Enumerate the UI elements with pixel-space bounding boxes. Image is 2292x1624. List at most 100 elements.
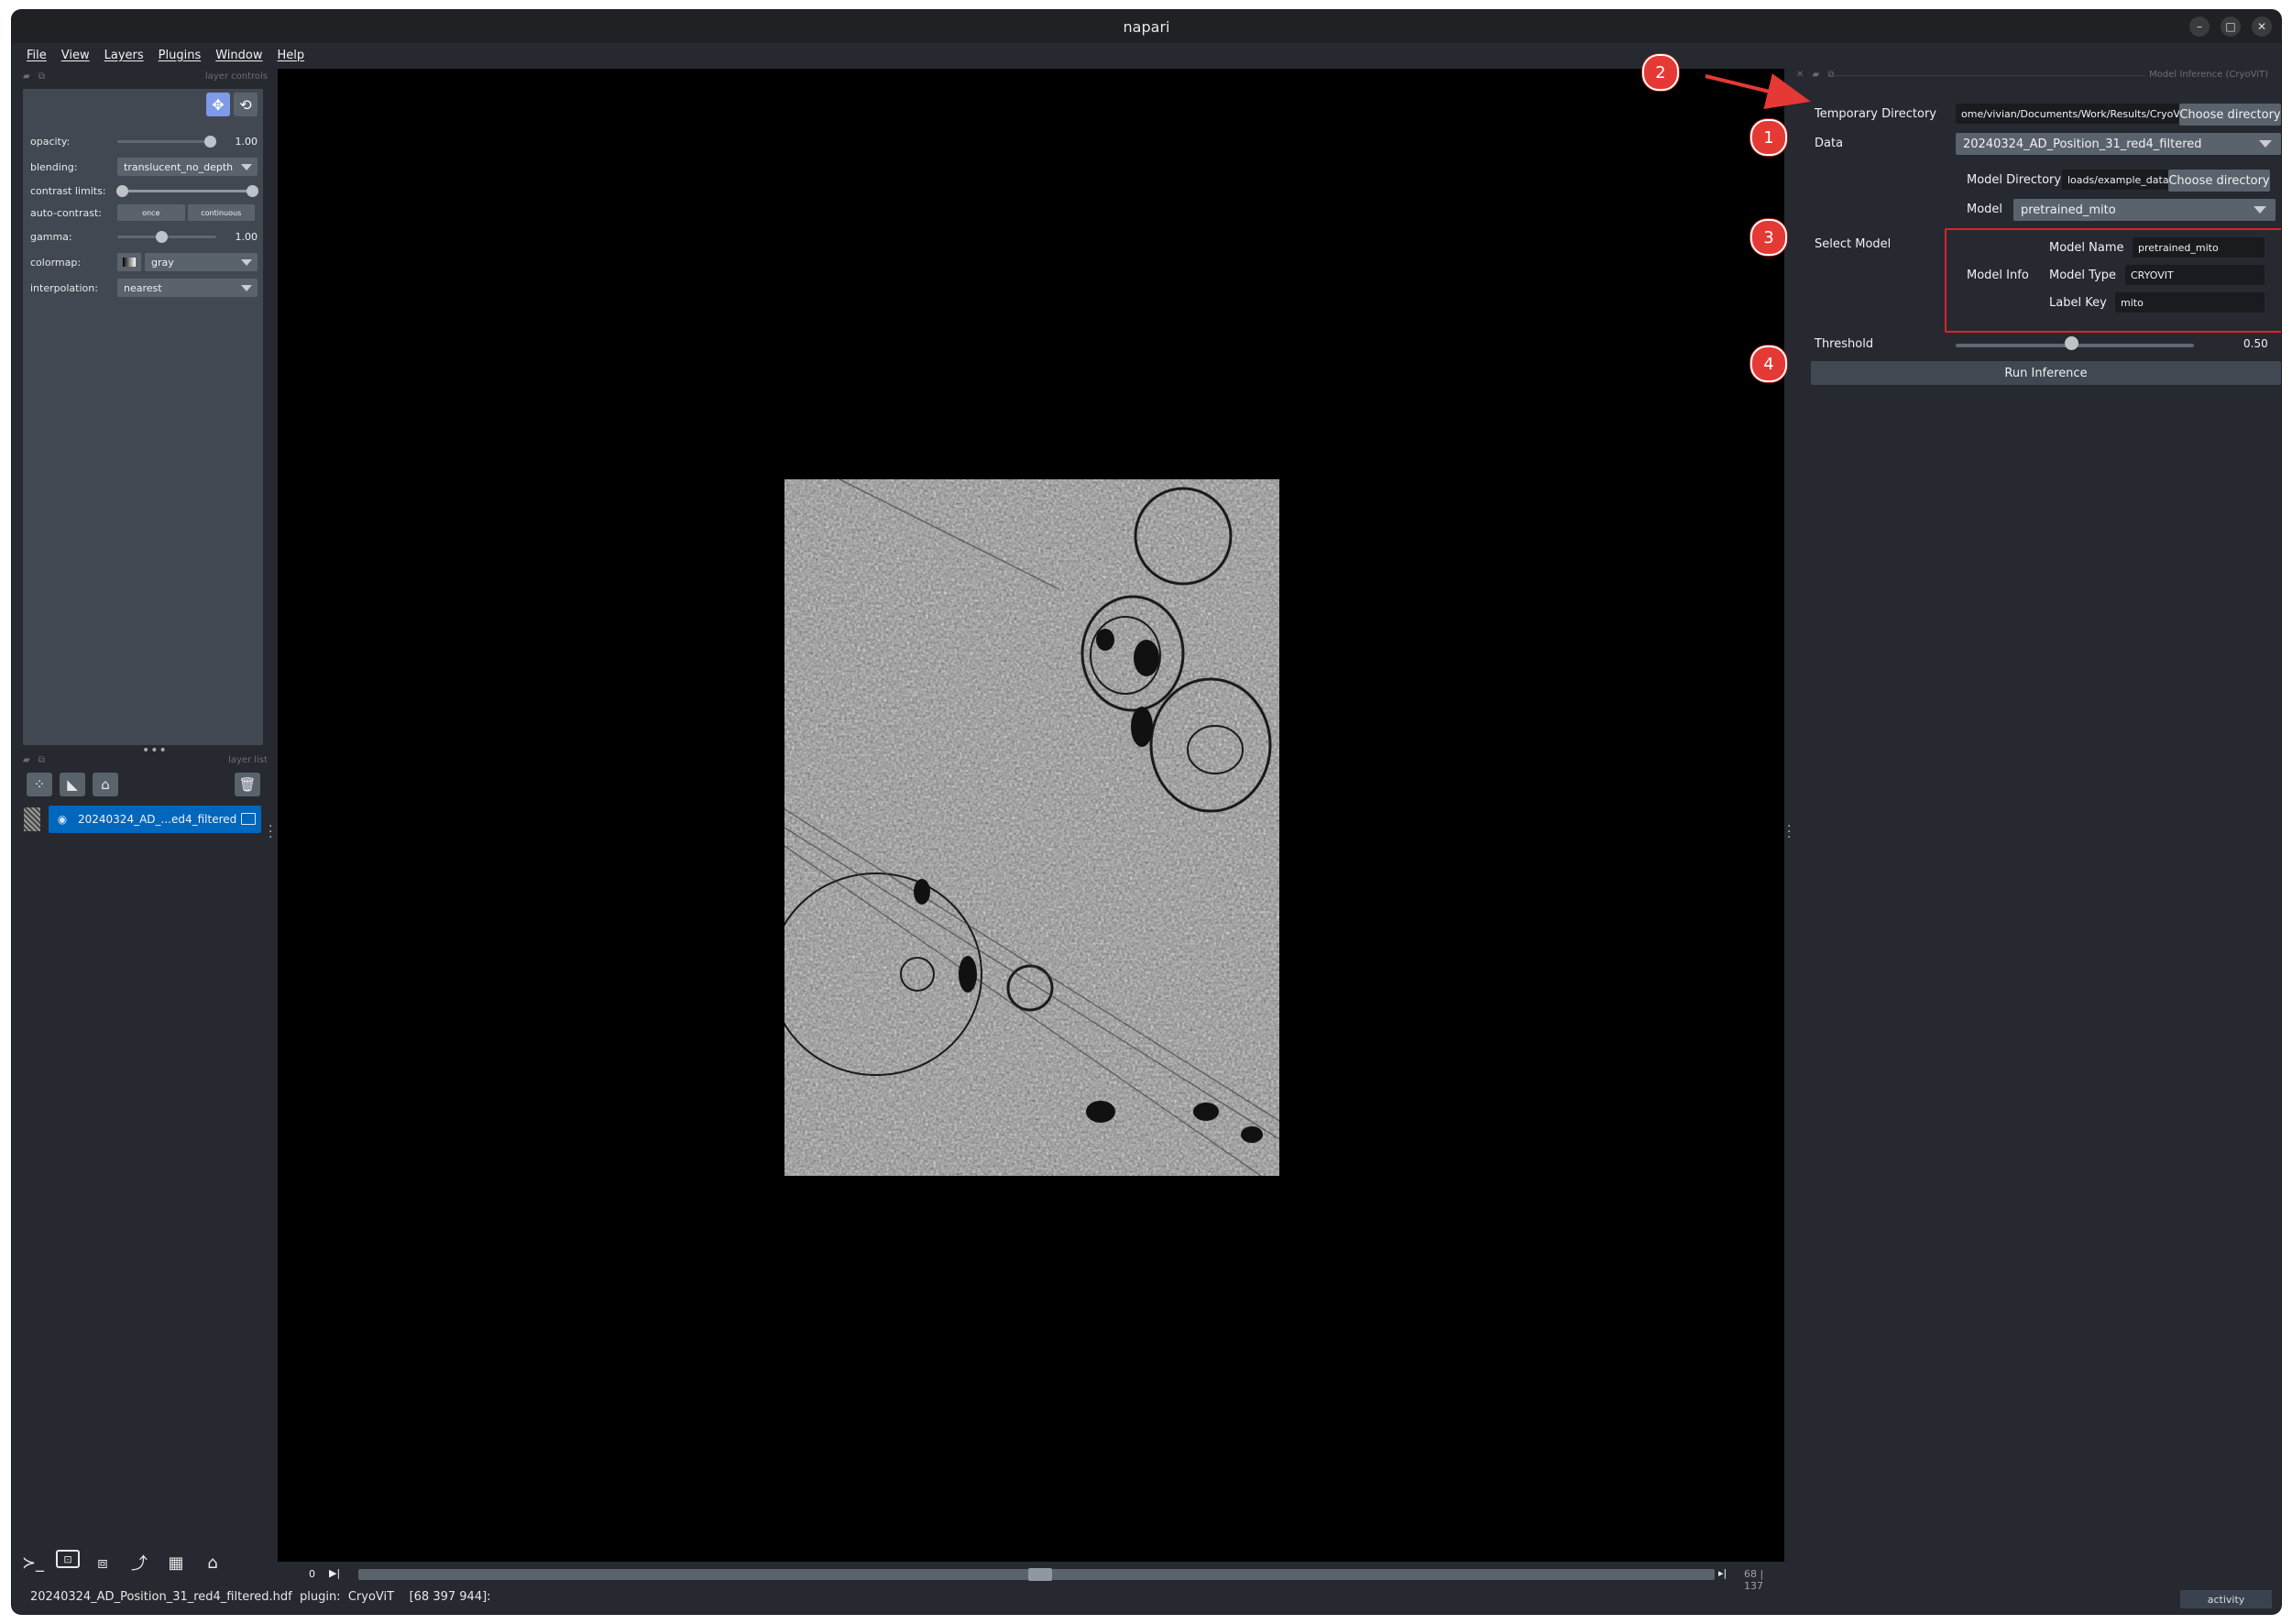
layer-item[interactable]: ◉ 20240324_AD_...ed4_filtered <box>21 806 261 833</box>
new-labels-layer-icon[interactable]: ⌂ <box>93 773 118 796</box>
data-value: 20240324_AD_Position_31_red4_filtered <box>1963 137 2202 151</box>
status-bar-text: 20240324_AD_Position_31_red4_filtered.hd… <box>30 1590 491 1604</box>
viewer-canvas[interactable] <box>278 69 1784 1562</box>
left-dock-splitter-handle[interactable]: · · · <box>269 820 272 844</box>
run-inference-label: Run Inference <box>2004 366 2088 380</box>
menu-layers[interactable]: Layers <box>99 47 149 64</box>
opacity-slider[interactable] <box>117 131 216 151</box>
step-end-icon[interactable]: ▸| <box>1718 1567 1727 1579</box>
layer-controls-header: ▰ ⧉ layer controls <box>21 71 273 83</box>
opacity-row: opacity: 1.00 <box>30 131 258 151</box>
interpolation-dropdown[interactable]: nearest <box>117 279 258 297</box>
dims-slider[interactable] <box>358 1568 1715 1581</box>
contrast-limits-label: contrast limits: <box>30 184 106 197</box>
activity-label: activity <box>2207 1593 2245 1606</box>
model-name-field[interactable]: pretrained_mito <box>2133 237 2265 258</box>
play-icon[interactable]: ▶︎| <box>329 1567 340 1579</box>
gamma-slider[interactable] <box>117 226 216 247</box>
viewer-buttons: ≻_ ⊡ ⧈ ⤴ ▦ ⌂ <box>19 1550 226 1575</box>
chevron-down-icon <box>2254 206 2266 214</box>
console-icon[interactable]: ≻_ <box>19 1550 47 1575</box>
model-name-label: Model Name <box>2049 241 2124 255</box>
colormap-swatch-icon <box>117 253 141 271</box>
grid-icon[interactable]: ▦ <box>162 1550 190 1575</box>
model-dir-choose-button[interactable]: Choose directory <box>2168 170 2270 192</box>
model-label: Model <box>1967 203 2003 216</box>
annotation-arrow <box>1705 73 1811 109</box>
delete-layer-icon[interactable]: 🗑 <box>235 773 260 796</box>
chevron-down-icon <box>241 259 252 266</box>
colormap-value: gray <box>151 256 174 269</box>
opacity-label: opacity: <box>30 135 71 148</box>
blending-row: blending: translucent_no_depth <box>30 157 258 177</box>
activity-button[interactable]: activity <box>2180 1590 2272 1608</box>
annotation-badge-3: 3 <box>1750 219 1787 256</box>
menu-window[interactable]: Window <box>210 47 268 64</box>
threshold-slider-handle[interactable] <box>2065 336 2078 350</box>
model-info-label: Model Info <box>1967 269 2029 282</box>
layer-list-dock: ▰ ⧉ layer list ⁘ ◣ ⌂ 🗑 ◉ 20240324_AD_...… <box>21 754 273 851</box>
menu-file[interactable]: File <box>21 47 52 64</box>
auto-contrast-continuous-button[interactable]: continuous <box>187 204 255 221</box>
dock-float-icon[interactable]: ▰ ⧉ <box>23 71 48 82</box>
dims-slider-handle[interactable] <box>1028 1568 1052 1581</box>
data-dropdown[interactable]: 20240324_AD_Position_31_red4_filtered <box>1956 133 2281 155</box>
layer-row-selected[interactable]: ◉ 20240324_AD_...ed4_filtered <box>49 806 261 833</box>
window-title: napari <box>1123 17 1170 36</box>
run-inference-button[interactable]: Run Inference <box>1811 361 2281 385</box>
select-model-label: Select Model <box>1815 237 1892 251</box>
layer-list-title: layer list <box>228 755 268 765</box>
model-type-field[interactable]: CRYOVIT <box>2125 265 2265 285</box>
tomogram-image <box>784 479 1279 1176</box>
temp-dir-label: Temporary Directory <box>1815 107 1936 121</box>
home-icon[interactable]: ⌂ <box>199 1550 226 1575</box>
layer-controls-title: layer controls <box>204 71 268 82</box>
auto-contrast-row: auto-contrast: once continuous <box>30 203 258 223</box>
blending-label: blending: <box>30 160 78 173</box>
layer-controls-dock: ▰ ⧉ layer controls ✥ ⟲ opacity: 1.00 ble… <box>21 71 273 745</box>
auto-contrast-once-button[interactable]: once <box>117 204 185 221</box>
new-points-layer-icon[interactable]: ⁘ <box>27 773 52 796</box>
opacity-value: 1.00 <box>235 135 258 148</box>
plugin-dock-title: Model Inference (CryoViT) <box>2149 70 2268 80</box>
roll-dimensions-icon[interactable]: ⧈ <box>89 1550 116 1575</box>
layer-thumbnail <box>24 807 40 831</box>
annotation-badge-1: 1 <box>1750 119 1787 156</box>
label-key-field[interactable]: mito <box>2115 292 2265 313</box>
menu-bar: File View Layers Plugins Window Help <box>12 43 2281 67</box>
interpolation-row: interpolation: nearest <box>30 278 258 298</box>
slice-readout: 68 | 137 <box>1744 1568 1764 1592</box>
temp-dir-choose-button[interactable]: Choose directory <box>2179 104 2281 126</box>
colormap-dropdown[interactable]: gray <box>145 253 258 271</box>
minimize-icon[interactable]: – <box>2189 16 2210 37</box>
label-key-label: Label Key <box>2049 296 2107 310</box>
slice-index: 0 <box>309 1568 315 1580</box>
menu-view[interactable]: View <box>56 47 95 64</box>
dock-float-icon[interactable]: ▰ ⧉ <box>23 755 48 765</box>
right-dock-splitter-handle[interactable]: · · · <box>1787 820 1791 844</box>
contrast-limits-slider[interactable] <box>116 181 259 201</box>
annotation-badge-2: 2 <box>1642 54 1679 91</box>
ndisplay-toggle-icon[interactable]: ⊡ <box>56 1550 80 1568</box>
pan-zoom-icon[interactable]: ✥ <box>206 93 230 116</box>
layer-list-header: ▰ ⧉ layer list <box>21 754 273 767</box>
menu-plugins[interactable]: Plugins <box>153 47 207 64</box>
gamma-label: gamma: <box>30 230 72 243</box>
temp-dir-field[interactable]: ome/vivian/Documents/Work/Results/CryoVI… <box>1956 104 2179 124</box>
layer-controls-panel: ✥ ⟲ opacity: 1.00 blending: translucent_… <box>23 89 263 745</box>
layer-name: 20240324_AD_...ed4_filtered <box>78 813 237 826</box>
transform-icon[interactable]: ⟲ <box>234 93 258 116</box>
menu-help[interactable]: Help <box>272 47 311 64</box>
blending-dropdown[interactable]: translucent_no_depth <box>117 158 258 176</box>
model-dir-field[interactable]: loads/example_data <box>2062 170 2170 190</box>
model-dropdown[interactable]: pretrained_mito <box>2013 199 2276 221</box>
visibility-eye-icon[interactable]: ◉ <box>52 813 72 826</box>
close-icon[interactable]: ✕ <box>2252 16 2272 37</box>
gamma-value: 1.00 <box>235 230 258 243</box>
blending-value: translucent_no_depth <box>124 160 234 173</box>
maximize-icon[interactable]: □ <box>2221 16 2241 37</box>
title-bar: napari – □ ✕ <box>12 10 2281 43</box>
model-dir-label: Model Directory <box>1967 173 2062 187</box>
transpose-icon[interactable]: ⤴ <box>126 1550 153 1575</box>
new-shapes-layer-icon[interactable]: ◣ <box>60 773 85 796</box>
